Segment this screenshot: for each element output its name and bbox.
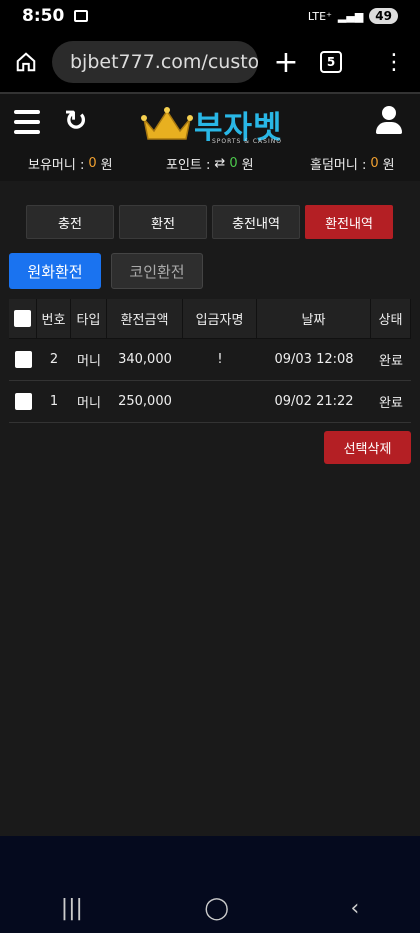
browser-menu-button[interactable]: ⋮ xyxy=(374,50,414,75)
point-value: 0 xyxy=(229,156,238,171)
home-button[interactable] xyxy=(0,51,52,73)
delete-selected-button[interactable]: 선택삭제 xyxy=(324,431,411,464)
select-all-cell xyxy=(9,299,37,338)
tab-deposit[interactable]: 충전 xyxy=(26,205,114,239)
user-profile-icon[interactable] xyxy=(376,106,402,134)
row-check-cell xyxy=(9,381,37,422)
main-tabs: 충전 환전 충전내역 환전내역 xyxy=(26,205,393,239)
cell-type: 머니 xyxy=(77,396,101,411)
balance-value: 0 xyxy=(88,156,97,171)
cell-date: 09/02 21:22 xyxy=(274,394,354,409)
main-content: 충전 환전 충전내역 환전내역 원화환전 코인환전 번호 타입 환전금액 입금자… xyxy=(0,181,420,836)
crown-icon xyxy=(141,106,193,140)
header-no: 번호 xyxy=(37,299,71,338)
tab-switcher-button[interactable]: 5 xyxy=(320,51,342,73)
status-bar: 8:50 LTE⁺ ▂▄▆ 49 xyxy=(0,0,420,32)
cell-date: 09/03 12:08 xyxy=(274,352,354,367)
table-row: 1 머니 250,000 09/02 21:22 완료 xyxy=(9,381,411,423)
tab-withdraw-history[interactable]: 환전내역 xyxy=(305,205,393,239)
network-label: LTE⁺ xyxy=(307,9,332,23)
back-icon[interactable]: ‹ xyxy=(350,896,359,921)
row-checkbox[interactable] xyxy=(14,393,32,410)
home-icon xyxy=(16,52,36,72)
cell-depositor: ! xyxy=(217,352,223,367)
cell-amount: 340,000 xyxy=(118,352,172,367)
balance-money: 보유머니 : 0 원 xyxy=(28,154,113,173)
signal-icon: ▂▄▆ xyxy=(337,9,364,23)
browser-toolbar: bjbet777.com/custo + 5 ⋮ xyxy=(0,32,420,92)
sub-tabs: 원화환전 코인환전 xyxy=(9,253,203,289)
balance-label: 보유머니 : xyxy=(28,158,85,173)
header-date: 날짜 xyxy=(257,299,371,338)
cell-depositor xyxy=(183,381,257,422)
point-exchange-icon[interactable]: ⇄ xyxy=(214,156,225,171)
table-row: 2 머니 340,000 ! 09/03 12:08 완료 xyxy=(9,339,411,381)
site-header: ↻ 부자벳 SPORTS & CASINO 보유머니 : 0 원 포인트 : ⇄… xyxy=(0,92,420,181)
holdem-value: 0 xyxy=(370,156,379,171)
logo-subtitle: SPORTS & CASINO xyxy=(212,138,282,145)
home-nav-icon[interactable]: ◯ xyxy=(204,896,229,921)
cell-no: 2 xyxy=(49,352,59,367)
cell-status: 완료 xyxy=(379,396,403,411)
bottom-area: ||| ◯ ‹ xyxy=(0,836,420,933)
holdem-money: 홀덤머니 : 0 원 xyxy=(310,154,395,173)
screenshot-icon xyxy=(74,10,89,22)
header-status: 상태 xyxy=(371,299,411,338)
tab-deposit-history[interactable]: 충전내역 xyxy=(212,205,300,239)
url-text: bjbet777.com/custo xyxy=(70,51,258,73)
status-right: LTE⁺ ▂▄▆ 49 xyxy=(308,8,398,24)
row-check-cell xyxy=(9,339,37,380)
row-checkbox[interactable] xyxy=(14,351,32,368)
holdem-unit: 원 xyxy=(382,158,395,173)
recent-apps-icon[interactable]: ||| xyxy=(61,896,83,921)
url-bar[interactable]: bjbet777.com/custo xyxy=(52,41,258,83)
header-depositor: 입금자명 xyxy=(183,299,257,338)
holdem-label: 홀덤머니 : xyxy=(310,158,367,173)
cell-type: 머니 xyxy=(77,354,101,369)
header-type: 타입 xyxy=(71,299,107,338)
cell-no: 1 xyxy=(49,394,59,409)
cell-status: 완료 xyxy=(379,354,403,369)
status-time: 8:50 xyxy=(22,6,65,26)
hamburger-menu-icon[interactable] xyxy=(14,110,40,140)
point-unit: 원 xyxy=(241,158,254,173)
tab-coin-withdraw[interactable]: 코인환전 xyxy=(111,253,203,289)
table-header: 번호 타입 환전금액 입금자명 날짜 상태 xyxy=(9,299,411,339)
point-money: 포인트 : ⇄ 0 원 xyxy=(166,154,254,173)
balance-unit: 원 xyxy=(100,158,113,173)
android-nav-bar: ||| ◯ ‹ xyxy=(0,896,420,921)
battery-badge: 49 xyxy=(369,8,398,24)
tab-krw-withdraw[interactable]: 원화환전 xyxy=(9,253,101,289)
cell-amount: 250,000 xyxy=(118,394,172,409)
tab-withdraw[interactable]: 환전 xyxy=(119,205,207,239)
header-amount: 환전금액 xyxy=(107,299,183,338)
site-logo[interactable]: 부자벳 SPORTS & CASINO xyxy=(140,102,283,147)
point-label: 포인트 : xyxy=(166,158,211,173)
new-tab-button[interactable]: + xyxy=(258,45,314,80)
refresh-icon[interactable]: ↻ xyxy=(64,104,87,137)
select-all-checkbox[interactable] xyxy=(14,310,31,327)
withdraw-history-table: 번호 타입 환전금액 입금자명 날짜 상태 2 머니 340,000 ! 09/… xyxy=(9,299,411,423)
